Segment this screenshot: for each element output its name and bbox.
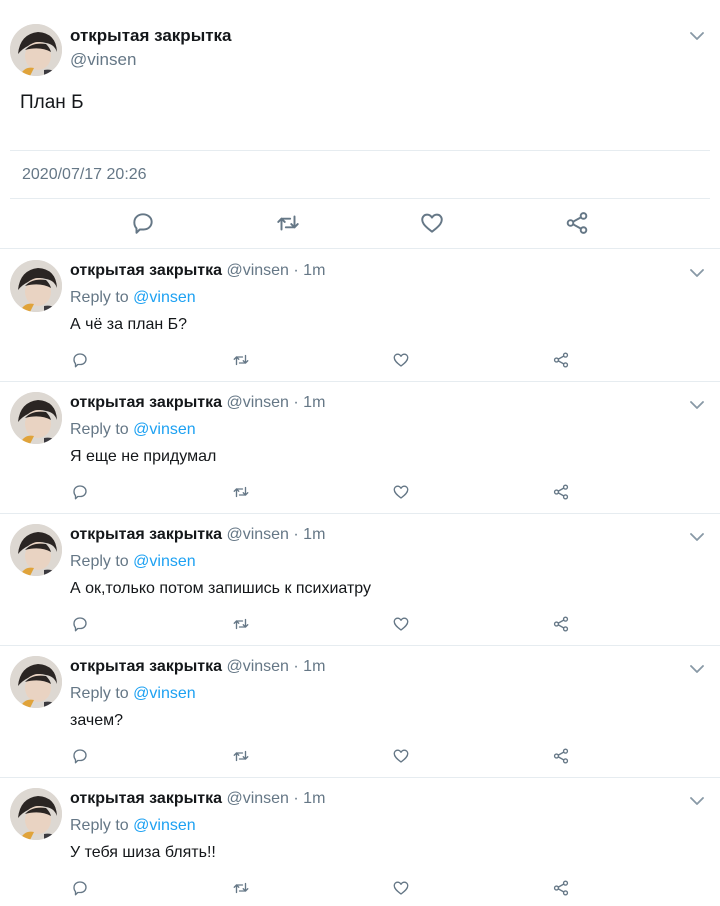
author-name[interactable]: открытая закрытка bbox=[70, 394, 222, 411]
reply-text: зачем? bbox=[70, 712, 124, 729]
author-name[interactable]: открытая закрытка bbox=[70, 526, 222, 543]
reply-header: открытая закрытка @vinsen · 1m bbox=[70, 790, 325, 808]
reply-to-label: Reply to bbox=[70, 817, 129, 834]
author-meta: @vinsen · 1m bbox=[226, 658, 326, 675]
like-icon[interactable] bbox=[392, 615, 410, 633]
share-icon[interactable] bbox=[552, 351, 570, 369]
share-icon[interactable] bbox=[552, 483, 570, 501]
reply-header: открытая закрытка @vinsen · 1m bbox=[70, 658, 325, 676]
reply-text: У тебя шиза блять!! bbox=[70, 844, 216, 861]
like-icon[interactable] bbox=[392, 879, 410, 897]
reply-text: Я еще не придумал bbox=[70, 448, 217, 465]
reply-to-line: Reply to @vinsen bbox=[70, 289, 196, 307]
reply-icon[interactable] bbox=[71, 879, 89, 897]
reply-tweet[interactable]: открытая закрытка @vinsen · 1m Reply to … bbox=[0, 513, 720, 646]
chevron-down-icon[interactable] bbox=[690, 664, 704, 674]
reply-to-label: Reply to bbox=[70, 289, 129, 306]
share-icon[interactable] bbox=[552, 747, 570, 765]
author-meta: @vinsen · 1m bbox=[226, 790, 326, 807]
retweet-icon[interactable] bbox=[275, 210, 301, 236]
like-icon[interactable] bbox=[392, 483, 410, 501]
reply-icon[interactable] bbox=[71, 483, 89, 501]
chevron-down-icon[interactable] bbox=[690, 31, 704, 41]
avatar[interactable] bbox=[10, 656, 62, 708]
reply-icon[interactable] bbox=[130, 210, 156, 236]
avatar[interactable] bbox=[10, 24, 62, 76]
divider bbox=[10, 198, 710, 199]
tweet-text: План Б bbox=[20, 92, 84, 113]
reply-icon[interactable] bbox=[71, 351, 89, 369]
author-meta: @vinsen · 1m bbox=[226, 394, 326, 411]
divider bbox=[10, 150, 710, 151]
like-icon[interactable] bbox=[419, 210, 445, 236]
share-icon[interactable] bbox=[552, 879, 570, 897]
author-meta: @vinsen · 1m bbox=[226, 526, 326, 543]
main-tweet: открытая закрытка @vinsen План Б 2020/07… bbox=[0, 0, 720, 249]
mention-link[interactable]: @vinsen bbox=[133, 421, 196, 438]
reply-header: открытая закрытка @vinsen · 1m bbox=[70, 526, 325, 544]
reply-to-line: Reply to @vinsen bbox=[70, 817, 196, 835]
share-icon[interactable] bbox=[564, 210, 590, 236]
author-meta: @vinsen · 1m bbox=[226, 262, 326, 279]
reply-icon[interactable] bbox=[71, 615, 89, 633]
retweet-icon[interactable] bbox=[232, 351, 250, 369]
retweet-icon[interactable] bbox=[232, 483, 250, 501]
reply-to-line: Reply to @vinsen bbox=[70, 553, 196, 571]
chevron-down-icon[interactable] bbox=[690, 400, 704, 410]
reply-tweet[interactable]: открытая закрытка @vinsen · 1m Reply to … bbox=[0, 249, 720, 382]
mention-link[interactable]: @vinsen bbox=[133, 553, 196, 570]
reply-tweet[interactable]: открытая закрытка @vinsen · 1m Reply to … bbox=[0, 645, 720, 778]
avatar[interactable] bbox=[10, 524, 62, 576]
chevron-down-icon[interactable] bbox=[690, 796, 704, 806]
mention-link[interactable]: @vinsen bbox=[133, 685, 196, 702]
author-name[interactable]: открытая закрытка bbox=[70, 658, 222, 675]
avatar[interactable] bbox=[10, 788, 62, 840]
chevron-down-icon[interactable] bbox=[690, 532, 704, 542]
reply-text: А ок,только потом запишись к психиатру bbox=[70, 580, 372, 597]
reply-icon[interactable] bbox=[71, 747, 89, 765]
reply-header: открытая закрытка @vinsen · 1m bbox=[70, 262, 325, 280]
reply-tweet[interactable]: открытая закрытка @vinsen · 1m Reply to … bbox=[0, 381, 720, 514]
retweet-icon[interactable] bbox=[232, 879, 250, 897]
reply-header: открытая закрытка @vinsen · 1m bbox=[70, 394, 325, 412]
reply-to-label: Reply to bbox=[70, 421, 129, 438]
retweet-icon[interactable] bbox=[232, 615, 250, 633]
author-name[interactable]: открытая закрытка bbox=[70, 26, 232, 46]
reply-to-line: Reply to @vinsen bbox=[70, 421, 196, 439]
retweet-icon[interactable] bbox=[232, 747, 250, 765]
like-icon[interactable] bbox=[392, 351, 410, 369]
reply-tweet[interactable]: открытая закрытка @vinsen · 1m Reply to … bbox=[0, 777, 720, 906]
author-name[interactable]: открытая закрытка bbox=[70, 790, 222, 807]
chevron-down-icon[interactable] bbox=[690, 268, 704, 278]
author-handle[interactable]: @vinsen bbox=[70, 50, 136, 70]
like-icon[interactable] bbox=[392, 747, 410, 765]
reply-to-label: Reply to bbox=[70, 685, 129, 702]
avatar[interactable] bbox=[10, 260, 62, 312]
avatar[interactable] bbox=[10, 392, 62, 444]
share-icon[interactable] bbox=[552, 615, 570, 633]
reply-to-line: Reply to @vinsen bbox=[70, 685, 196, 703]
mention-link[interactable]: @vinsen bbox=[133, 289, 196, 306]
reply-text: А чё за план Б? bbox=[70, 316, 188, 333]
author-name[interactable]: открытая закрытка bbox=[70, 262, 222, 279]
mention-link[interactable]: @vinsen bbox=[133, 817, 196, 834]
tweet-timestamp: 2020/07/17 20:26 bbox=[22, 166, 147, 183]
reply-to-label: Reply to bbox=[70, 553, 129, 570]
